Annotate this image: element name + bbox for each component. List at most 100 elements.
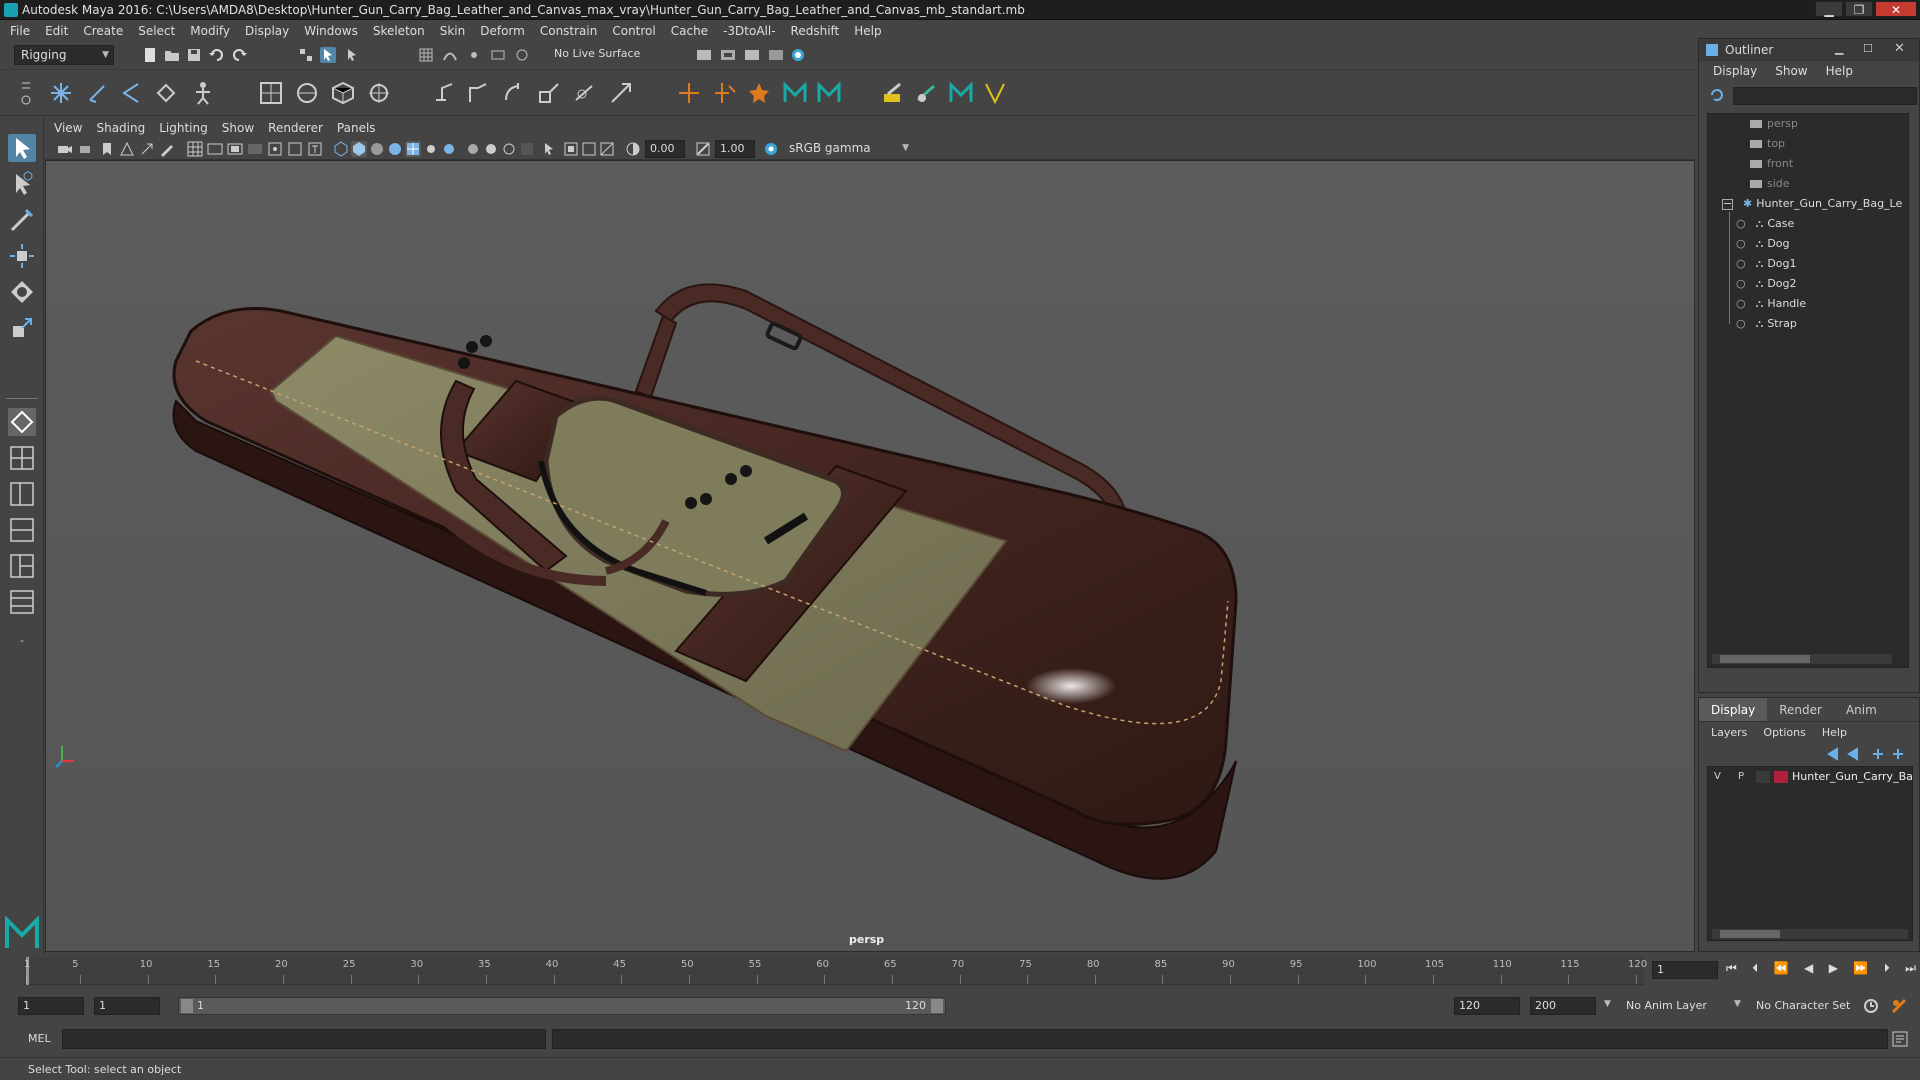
color-management-icon[interactable] bbox=[763, 141, 779, 157]
outliner-minimize-icon[interactable]: ▁ bbox=[1835, 42, 1843, 55]
layer-hscrollbar[interactable] bbox=[1712, 929, 1908, 939]
undo-icon[interactable] bbox=[208, 47, 224, 63]
maya-shelf-icon[interactable] bbox=[948, 80, 974, 106]
menu-cache[interactable]: Cache bbox=[671, 24, 708, 38]
tab-render[interactable]: Render bbox=[1767, 698, 1834, 721]
outliner-list[interactable]: persp top front side − ✱ Hunter_Gun_Carry_… bbox=[1707, 113, 1909, 668]
new-scene-icon[interactable] bbox=[142, 47, 158, 63]
smooth-bind-icon[interactable] bbox=[294, 80, 320, 106]
locator-icon[interactable] bbox=[676, 80, 702, 106]
play-forward-icon[interactable]: ▶ bbox=[1829, 961, 1838, 981]
snap-view-plane-icon[interactable] bbox=[490, 47, 506, 63]
play-backward-icon[interactable]: ◀ bbox=[1804, 961, 1813, 981]
chevron-down-icon[interactable]: ▼ bbox=[1734, 999, 1741, 1009]
outliner-refresh-icon[interactable] bbox=[1709, 87, 1725, 103]
resolution-gate-icon[interactable] bbox=[227, 141, 243, 157]
redo-icon[interactable] bbox=[232, 47, 248, 63]
menu-redshift[interactable]: Redshift bbox=[791, 24, 840, 38]
menu-modify[interactable]: Modify bbox=[190, 24, 230, 38]
lasso-tool-icon[interactable] bbox=[8, 170, 36, 198]
outliner-hscroll-thumb[interactable] bbox=[1720, 655, 1810, 663]
outliner-search-input[interactable] bbox=[1733, 87, 1917, 105]
open-scene-icon[interactable] bbox=[164, 47, 180, 63]
outliner-item-dog[interactable]: ○ ⛬ Dog bbox=[1736, 234, 1790, 254]
minimize-button[interactable]: ▁ bbox=[1815, 1, 1843, 17]
move-tool-icon[interactable] bbox=[8, 242, 36, 270]
maya-tool-icon[interactable] bbox=[782, 80, 808, 106]
command-input[interactable] bbox=[62, 1029, 546, 1049]
menu-help[interactable]: Help bbox=[854, 24, 881, 38]
menu-select[interactable]: Select bbox=[138, 24, 175, 38]
gate-mask-icon[interactable] bbox=[247, 141, 263, 157]
menu-3dtoall[interactable]: -3DtoAll- bbox=[723, 24, 775, 38]
default-material-icon[interactable] bbox=[369, 141, 385, 157]
menu-create[interactable]: Create bbox=[83, 24, 123, 38]
bookmark-icon[interactable] bbox=[99, 141, 115, 157]
viewport-menu-show[interactable]: Show bbox=[222, 121, 254, 135]
maximize-button[interactable]: ❐ bbox=[1845, 1, 1873, 17]
outliner-menu-help[interactable]: Help bbox=[1826, 64, 1853, 78]
motion-blur-icon[interactable] bbox=[483, 141, 499, 157]
menu-display[interactable]: Display bbox=[245, 24, 289, 38]
orient-constraint-icon[interactable] bbox=[500, 80, 526, 106]
paint-select-icon[interactable] bbox=[8, 206, 36, 234]
pole-vector-icon[interactable] bbox=[608, 80, 634, 106]
go-to-start-icon[interactable]: ⏮ bbox=[1726, 961, 1737, 981]
grease-pencil-icon[interactable] bbox=[159, 141, 175, 157]
single-perspective-layout-icon[interactable] bbox=[8, 408, 36, 436]
scale-tool-icon[interactable] bbox=[8, 314, 36, 342]
collapse-icon[interactable]: − bbox=[1722, 198, 1733, 210]
paint-weights-icon[interactable] bbox=[880, 80, 906, 106]
outliner-item-strap[interactable]: ○ ⛬ Strap bbox=[1736, 314, 1797, 334]
anti-aliasing-icon[interactable] bbox=[501, 141, 517, 157]
hypershade-icon[interactable] bbox=[768, 47, 784, 63]
shelf-options-icon[interactable] bbox=[20, 78, 32, 108]
create-joint-icon[interactable] bbox=[48, 80, 74, 106]
outliner-item-front[interactable]: front bbox=[1750, 154, 1793, 174]
gamma-icon[interactable] bbox=[695, 141, 711, 157]
tab-display[interactable]: Display bbox=[1699, 698, 1768, 721]
hypershade-layout-icon[interactable] bbox=[8, 552, 36, 580]
outliner-item-persp[interactable]: persp bbox=[1750, 114, 1798, 134]
playback-start-field[interactable]: 1 bbox=[94, 997, 160, 1015]
smooth-shade-icon[interactable] bbox=[351, 141, 367, 157]
layer-menu-layers[interactable]: Layers bbox=[1711, 726, 1747, 739]
mirror-joint-icon[interactable] bbox=[154, 80, 180, 106]
gamma-field[interactable]: 1.00 bbox=[715, 140, 755, 158]
wireframe-on-shaded-icon[interactable] bbox=[387, 141, 403, 157]
layer-hscroll-thumb[interactable] bbox=[1720, 930, 1780, 938]
menu-skeleton[interactable]: Skeleton bbox=[373, 24, 425, 38]
menu-skin[interactable]: Skin bbox=[440, 24, 466, 38]
layer-color-swatch[interactable] bbox=[1774, 771, 1788, 783]
layer-visibility-toggle[interactable]: V bbox=[1714, 767, 1721, 787]
command-language-toggle[interactable]: MEL bbox=[28, 1032, 51, 1045]
viewport-menu-lighting[interactable]: Lighting bbox=[159, 121, 208, 135]
tab-anim[interactable]: Anim bbox=[1834, 698, 1889, 721]
four-view-layout-icon[interactable] bbox=[8, 444, 36, 472]
snap-point-icon[interactable] bbox=[466, 47, 482, 63]
snap-live-icon[interactable] bbox=[514, 47, 530, 63]
lattice-icon[interactable] bbox=[330, 80, 356, 106]
maya-script-icon[interactable] bbox=[816, 80, 842, 106]
viewport-menu-panels[interactable]: Panels bbox=[337, 121, 376, 135]
rotate-tool-icon[interactable] bbox=[8, 278, 36, 306]
grid-toggle-icon[interactable] bbox=[187, 141, 203, 157]
script-editor-icon[interactable] bbox=[1892, 1031, 1908, 1047]
current-frame-field[interactable]: 1 bbox=[1652, 961, 1718, 979]
ik-spline-icon[interactable] bbox=[118, 80, 144, 106]
film-gate-icon[interactable] bbox=[207, 141, 223, 157]
menuset-dropdown[interactable]: Rigging ▼ bbox=[14, 45, 114, 65]
image-plane-icon[interactable] bbox=[119, 141, 135, 157]
menu-windows[interactable]: Windows bbox=[304, 24, 358, 38]
field-chart-icon[interactable] bbox=[267, 141, 283, 157]
current-time-indicator[interactable] bbox=[26, 957, 29, 985]
menu-constrain[interactable]: Constrain bbox=[540, 24, 598, 38]
scale-constraint-icon[interactable] bbox=[536, 80, 562, 106]
outliner-menu-display[interactable]: Display bbox=[1713, 64, 1757, 78]
step-back-key-icon[interactable]: ⏪ bbox=[1774, 961, 1789, 981]
chevron-down-icon[interactable]: ▼ bbox=[1604, 999, 1611, 1009]
isolate-select-icon[interactable] bbox=[541, 141, 557, 157]
close-button[interactable]: ✕ bbox=[1875, 1, 1917, 17]
time-slider-track[interactable]: 1510152025303540455055606570758085909510… bbox=[24, 957, 1647, 985]
bind-skin-icon[interactable] bbox=[258, 80, 284, 106]
